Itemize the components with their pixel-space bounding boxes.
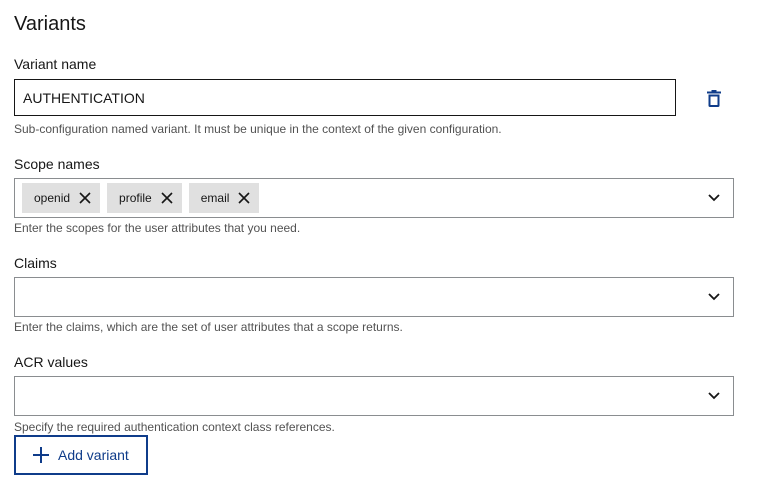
- trash-icon: [707, 89, 721, 107]
- claims-label: Claims: [14, 255, 57, 271]
- chip-label: email: [200, 191, 230, 205]
- variant-name-helper: Sub-configuration named variant. It must…: [14, 122, 502, 136]
- plus-icon: [32, 446, 50, 464]
- scope-names-helper: Enter the scopes for the user attributes…: [14, 221, 301, 235]
- close-icon[interactable]: [160, 191, 174, 205]
- delete-variant-button[interactable]: [704, 88, 724, 108]
- scope-chip-email: email: [188, 183, 260, 213]
- claims-select[interactable]: [14, 277, 734, 317]
- claims-helper: Enter the claims, which are the set of u…: [14, 320, 403, 334]
- chip-label: openid: [34, 191, 71, 205]
- acr-values-helper: Specify the required authentication cont…: [14, 420, 335, 434]
- close-icon[interactable]: [78, 191, 92, 205]
- chip-label: profile: [119, 191, 152, 205]
- chevron-down-icon[interactable]: [707, 389, 721, 403]
- add-variant-label: Add variant: [58, 447, 129, 463]
- acr-values-select[interactable]: [14, 376, 734, 416]
- variant-name-input[interactable]: [23, 89, 675, 106]
- chevron-down-icon[interactable]: [707, 290, 721, 304]
- scope-names-select[interactable]: openid profile email: [14, 178, 734, 218]
- close-icon[interactable]: [237, 191, 251, 205]
- variant-name-label: Variant name: [14, 56, 97, 72]
- scope-chip-profile: profile: [107, 183, 182, 213]
- scope-names-label: Scope names: [14, 156, 100, 172]
- section-title: Variants: [14, 13, 86, 35]
- add-variant-button[interactable]: Add variant: [14, 435, 148, 475]
- variant-name-field[interactable]: [14, 79, 676, 116]
- scope-chip-openid: openid: [22, 183, 101, 213]
- acr-values-label: ACR values: [14, 354, 88, 370]
- chevron-down-icon[interactable]: [707, 191, 721, 205]
